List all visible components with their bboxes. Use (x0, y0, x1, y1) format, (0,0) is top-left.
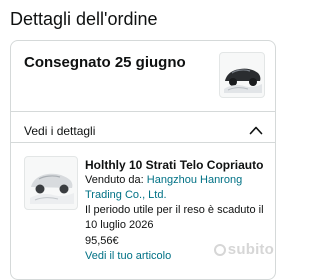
watermark-text: subito (227, 241, 274, 258)
item-product-thumbnail[interactable] (24, 156, 78, 210)
sold-by-label: Venduto da: (85, 174, 144, 186)
divider (11, 142, 275, 143)
chevron-up-icon (249, 126, 263, 135)
page-title: Dettagli dell'ordine (10, 9, 158, 29)
delivery-status: Consegnato 25 giugno (24, 54, 186, 71)
shipment-product-thumbnail[interactable] (219, 52, 265, 98)
watermark: subito (213, 241, 274, 258)
car-cover-icon (224, 68, 262, 93)
sold-by-line: Venduto da: Hangzhou Hanrong Trading Co.… (85, 173, 271, 203)
return-notice: Il periodo utile per il reso è scaduto i… (85, 204, 264, 231)
item-title[interactable]: Holthly 10 Strati Telo Copriauto (85, 157, 271, 173)
view-details-toggle[interactable]: Vedi i dettagli (11, 111, 275, 155)
watermark-logo-icon (213, 244, 226, 256)
car-cover-icon (30, 173, 74, 204)
view-details-label: Vedi i dettagli (24, 124, 96, 138)
